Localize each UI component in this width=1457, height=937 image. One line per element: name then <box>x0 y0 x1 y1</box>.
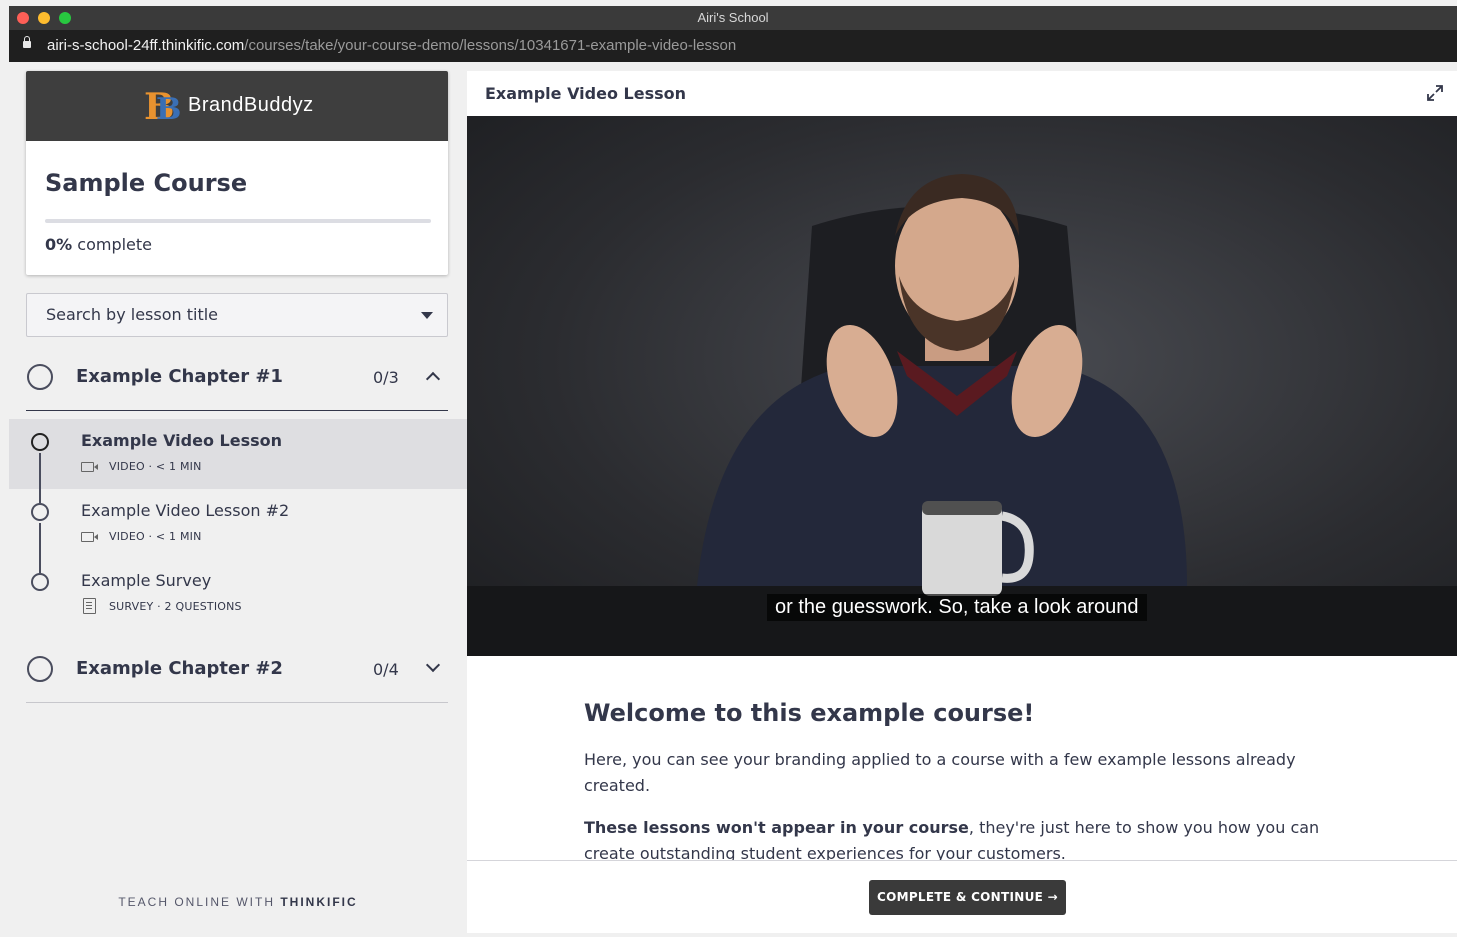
lesson-connector <box>39 523 41 559</box>
chapter-2-header[interactable]: Example Chapter #2 0/4 <box>26 640 448 703</box>
chapter-progress-icon <box>27 364 53 390</box>
survey-icon <box>83 598 96 614</box>
lesson-connector <box>39 453 41 489</box>
video-icon <box>81 462 98 472</box>
lesson-connector <box>39 489 41 503</box>
footer-prefix: TEACH ONLINE WITH <box>118 895 275 909</box>
lock-icon <box>23 36 31 48</box>
lesson-connector <box>39 559 41 573</box>
progress-label: 0% complete <box>45 235 152 254</box>
chapter-progress-icon <box>27 656 53 682</box>
url-path: /courses/take/your-course-demo/lessons/1… <box>244 37 737 54</box>
window-titlebar: Airi's School <box>9 6 1457 30</box>
caret-down-icon <box>421 312 433 319</box>
lesson-item-example-survey[interactable]: Example Survey SURVEY · 2 QUESTIONS <box>9 559 467 629</box>
chapter-count: 0/4 <box>373 660 399 679</box>
lesson-text-content: Welcome to this example course! Here, yo… <box>584 699 1344 883</box>
lesson-meta: VIDEO · < 1 MIN <box>109 530 202 543</box>
expand-icon[interactable] <box>1425 83 1445 103</box>
lesson-status-icon <box>31 503 49 521</box>
course-card: B B BrandBuddyz Sample Course 0% complet… <box>26 71 448 275</box>
footer-brand: THINKIFIC <box>280 895 358 909</box>
svg-text:B: B <box>156 92 181 123</box>
url-text[interactable]: airi-s-school-24ff.thinkific.com/courses… <box>47 37 736 54</box>
lesson-title: Example Survey <box>81 571 212 590</box>
lesson-heading: Welcome to this example course! <box>584 699 1035 727</box>
chapter-1-header[interactable]: Example Chapter #1 0/3 <box>26 348 448 411</box>
progress-bar <box>45 219 431 223</box>
video-player[interactable]: or the guesswork. So, take a look around <box>467 116 1457 656</box>
chapter-title: Example Chapter #2 <box>76 658 283 679</box>
lesson-header: Example Video Lesson <box>467 71 1457 116</box>
lesson-paragraph-1: Here, you can see your branding applied … <box>584 750 1296 795</box>
lesson-footer-bar: COMPLETE & CONTINUE → <box>467 860 1457 933</box>
lesson-search-dropdown[interactable]: Search by lesson title <box>26 293 448 337</box>
lesson-status-icon <box>31 573 49 591</box>
lesson-header-title: Example Video Lesson <box>485 84 687 103</box>
course-sidebar: B B BrandBuddyz Sample Course 0% complet… <box>9 62 467 937</box>
lesson-item-example-video-lesson[interactable]: Example Video Lesson VIDEO · < 1 MIN <box>9 419 467 489</box>
lesson-title: Example Video Lesson <box>81 431 283 450</box>
video-caption: or the guesswork. So, take a look around <box>767 594 1147 621</box>
complete-continue-button[interactable]: COMPLETE & CONTINUE → <box>869 880 1066 915</box>
course-title: Sample Course <box>45 169 248 197</box>
brand-bar: B B BrandBuddyz <box>26 71 448 141</box>
lesson-meta: SURVEY · 2 QUESTIONS <box>109 600 242 613</box>
brand-name: BrandBuddyz <box>188 94 314 116</box>
chapter-title: Example Chapter #1 <box>76 366 283 387</box>
chapter-count: 0/3 <box>373 368 399 387</box>
window-title: Airi's School <box>697 10 769 25</box>
progress-suffix: complete <box>77 235 152 254</box>
video-frame-image <box>467 174 1457 656</box>
lesson-item-example-video-lesson-2[interactable]: Example Video Lesson #2 VIDEO · < 1 MIN <box>9 489 467 559</box>
brand-logo-icon: B B <box>144 87 181 123</box>
address-bar[interactable]: airi-s-school-24ff.thinkific.com/courses… <box>9 30 1457 62</box>
lesson-paragraph-2-bold: These lessons won't appear in your cours… <box>584 818 969 837</box>
search-placeholder: Search by lesson title <box>46 305 219 324</box>
lesson-status-icon <box>31 433 49 451</box>
progress-percent: 0% <box>45 235 73 254</box>
lesson-title: Example Video Lesson #2 <box>81 501 290 520</box>
chevron-down-icon[interactable] <box>425 657 441 673</box>
chevron-up-icon[interactable] <box>425 371 441 387</box>
lesson-content-area: Example Video Lesson or the guesswork. S… <box>467 71 1457 933</box>
thinkific-footer-link[interactable]: TEACH ONLINE WITH THINKIFIC <box>9 895 467 909</box>
lesson-meta: VIDEO · < 1 MIN <box>109 460 202 473</box>
video-icon <box>81 532 98 542</box>
url-host: airi-s-school-24ff.thinkific.com <box>47 37 245 54</box>
